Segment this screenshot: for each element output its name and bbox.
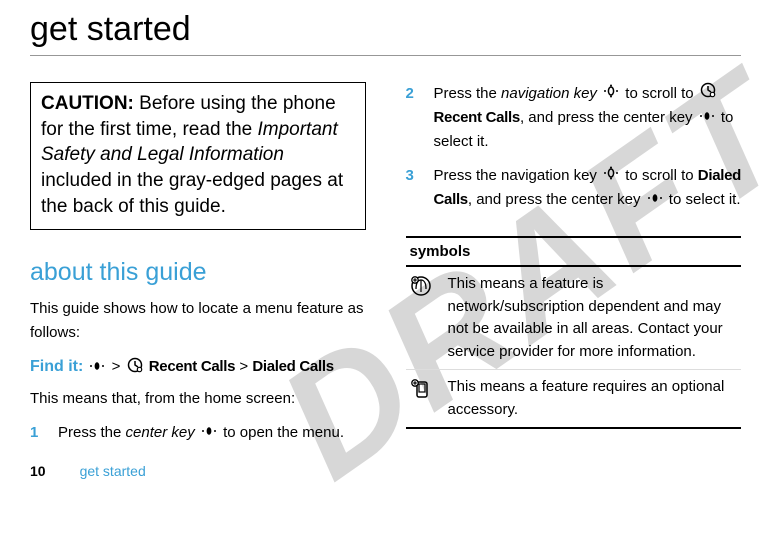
step-1-num: 1 xyxy=(30,421,42,445)
symbols-row-network: This means a feature is network/subscrip… xyxy=(406,267,742,369)
symbols-row1-text: This means a feature is network/subscrip… xyxy=(448,273,738,363)
s2-a: Press the xyxy=(434,85,502,102)
sep2: > xyxy=(239,358,252,375)
page-footer: 10 get started xyxy=(30,463,741,479)
s3-d: to select it. xyxy=(669,191,741,208)
s1-ital: center key xyxy=(126,424,195,441)
s1-b: to open the menu. xyxy=(223,424,344,441)
s3-c: , and press the center key xyxy=(468,191,645,208)
sep1: > xyxy=(112,358,125,375)
caution-label: CAUTION: xyxy=(41,93,134,114)
means-intro: This means that, from the home screen: xyxy=(30,387,366,411)
find-it-item1: Recent Calls xyxy=(149,358,235,375)
s2-b: to scroll to xyxy=(625,85,698,102)
s1-a: Press the xyxy=(58,424,126,441)
footer-title: get started xyxy=(80,463,146,479)
center-key-icon xyxy=(89,359,105,376)
find-it-item2: Dialed Calls xyxy=(252,358,333,375)
guide-intro: This guide shows how to locate a menu fe… xyxy=(30,297,366,345)
center-key-icon xyxy=(201,421,217,445)
symbols-row2-text: This means a feature requires an optiona… xyxy=(448,376,738,421)
step-2-num: 2 xyxy=(406,82,418,154)
s3-a: Press the navigation key xyxy=(434,167,602,184)
s3-b: to scroll to xyxy=(625,167,698,184)
network-dependent-icon xyxy=(410,273,436,363)
step-3: 3 Press the navigation key to scroll to … xyxy=(406,164,742,212)
symbols-table: symbols This means a feature is network/… xyxy=(406,236,742,429)
center-key-icon xyxy=(699,106,715,130)
s2-item: Recent Calls xyxy=(434,109,520,126)
accessory-required-icon xyxy=(410,376,436,421)
recent-calls-icon xyxy=(700,82,716,106)
right-column: 2 Press the navigation key to scroll to … xyxy=(406,82,742,445)
caution-text-after: included in the gray-edged pages at the … xyxy=(41,170,343,217)
nav-key-icon xyxy=(603,164,619,188)
page-number: 10 xyxy=(30,463,46,479)
symbols-header: symbols xyxy=(406,238,742,267)
symbols-row-accessory: This means a feature requires an optiona… xyxy=(406,369,742,427)
step-2: 2 Press the navigation key to scroll to … xyxy=(406,82,742,154)
s2-ital: navigation key xyxy=(501,85,597,102)
left-column: CAUTION: Before using the phone for the … xyxy=(30,82,366,445)
find-it-label: Find it: xyxy=(30,358,83,375)
caution-box: CAUTION: Before using the phone for the … xyxy=(30,82,366,230)
section-heading: about this guide xyxy=(30,258,366,287)
center-key-icon xyxy=(647,188,663,212)
page-title: get started xyxy=(30,0,741,56)
recent-calls-icon xyxy=(127,357,143,377)
s2-c: , and press the center key xyxy=(520,109,697,126)
nav-key-icon xyxy=(603,82,619,106)
step-1: 1 Press the center key to open the menu. xyxy=(30,421,366,445)
step-3-num: 3 xyxy=(406,164,418,212)
page-content: get started CAUTION: Before using the ph… xyxy=(0,0,771,487)
find-it-line: Find it: > Recent Calls > Dialed Calls xyxy=(30,357,366,377)
